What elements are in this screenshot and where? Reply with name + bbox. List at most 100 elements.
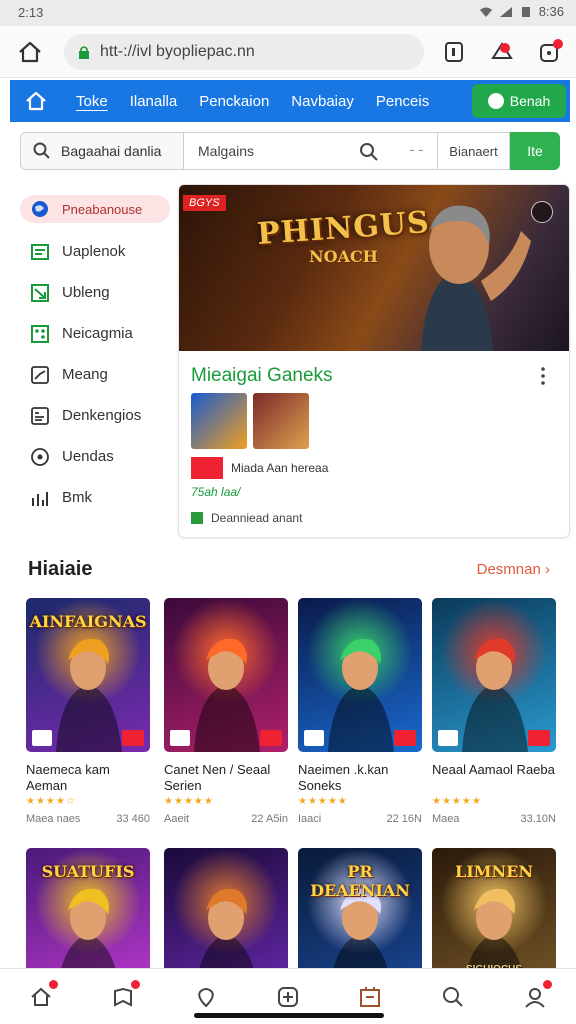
game-card[interactable]: Neaal Aamaol Raeba ★★★★★ Maea 33.10N — [432, 598, 556, 825]
featured-banner[interactable]: BGYS PHINGUS NOACH — [179, 185, 569, 351]
search-icon[interactable] — [359, 142, 379, 162]
notification-icon[interactable] — [488, 38, 516, 66]
battery-icon — [521, 6, 530, 17]
globe-icon — [32, 201, 48, 217]
compass-icon — [31, 447, 49, 466]
home-indicator — [194, 1013, 384, 1018]
bottom-nav-search[interactable] — [438, 982, 468, 1012]
game-art-title: SUATUFIS — [41, 862, 135, 881]
address-bar[interactable]: htt-://ivl byopliepac.nn — [64, 34, 424, 70]
game-meta: Maea naes 33 460 — [26, 813, 150, 825]
game-art[interactable] — [164, 598, 288, 752]
sidebar-item-3[interactable]: Ubleng — [20, 272, 170, 313]
game-art[interactable]: AINFAIGNAS — [26, 598, 150, 752]
game-meta-left: Iaaci — [298, 813, 322, 825]
game-meta-right: 33 460 — [116, 813, 150, 825]
sidebar-item-5[interactable]: Meang — [20, 354, 170, 395]
sidebar-item-4[interactable]: Neicagmia — [20, 313, 170, 354]
nav-item-2[interactable]: Ilanalla — [130, 93, 178, 110]
platform-badge-icon — [170, 730, 190, 746]
bottom-nav-add[interactable] — [273, 982, 303, 1012]
menu-badge-icon[interactable] — [536, 38, 564, 66]
search-placeholder: Malgains — [198, 143, 255, 159]
nav-item-4[interactable]: Navbaiay — [291, 93, 354, 110]
see-more-link[interactable]: Desmnan › — [477, 561, 550, 578]
game-art[interactable] — [432, 598, 556, 752]
sidebar-item-8[interactable]: Bmk — [20, 477, 170, 518]
grid-icon — [31, 324, 49, 343]
rating-stars: ★★★★★ — [432, 796, 482, 807]
download-icon — [191, 512, 203, 524]
doc-icon — [31, 406, 49, 425]
sidebar-item-label: Pneabanouse — [62, 201, 143, 217]
download-label: Deanniead anant — [211, 511, 303, 525]
game-art-title: AINFAIGNAS — [29, 612, 147, 631]
filter-select[interactable]: Bianaert — [438, 132, 510, 170]
sidebar-item-label: Uendas — [62, 448, 114, 465]
bottom-nav-bookmarks[interactable] — [108, 979, 141, 1012]
store-icon — [360, 986, 381, 1007]
sidebar-item-1[interactable]: Pneabanouse — [20, 195, 170, 223]
sidebar-item-7[interactable]: Uendas — [20, 436, 170, 477]
pin-icon — [197, 987, 214, 1007]
status-clock-right: 8:36 — [538, 4, 564, 19]
featured-price: 75ah laa/ — [191, 485, 241, 499]
bottom-nav-profile[interactable] — [520, 979, 552, 1012]
nav-action-label: Benah — [509, 93, 551, 109]
game-card[interactable]: Naeimen .k.kan Soneks ★★★★★ Iaaci 22 16N — [298, 598, 422, 825]
search-row: Bagaahai danlia Malgains - - Bianaert It… — [20, 132, 560, 170]
search-go-label: Ite — [527, 143, 543, 159]
url-text: htt-://ivl byopliepac.nn — [100, 43, 255, 60]
search-input[interactable]: Malgains - - — [184, 132, 438, 170]
game-name[interactable]: Neaal Aamaol Raeba — [432, 762, 556, 794]
bottom-nav-store[interactable] — [355, 982, 385, 1012]
sidebar-item-2[interactable]: Uaplenok — [20, 231, 170, 272]
signal-icon — [499, 6, 512, 17]
sidebar-item-6[interactable]: Denkengios — [20, 395, 170, 436]
status-icons: 8:36 — [479, 4, 564, 19]
game-name[interactable]: Canet Nen / Seaal Serien — [164, 762, 288, 794]
lock-icon — [79, 46, 89, 59]
platform-badge-icon — [438, 730, 458, 746]
nav-item-3[interactable]: Penckaion — [199, 93, 269, 110]
bottom-nav-home[interactable] — [26, 979, 59, 1012]
search-icon — [33, 142, 50, 159]
game-meta: Aaeit 22 A5in — [164, 813, 288, 825]
thumbnail-2[interactable] — [253, 393, 309, 449]
profile-icon — [525, 987, 545, 1008]
character-illustration — [462, 638, 528, 752]
thumbnail-1[interactable] — [191, 393, 247, 449]
sidebar-item-label: Uaplenok — [62, 243, 126, 260]
game-meta: Maea 33.10N — [432, 813, 556, 825]
game-art-title: LIMNEN — [455, 862, 533, 881]
search-go-button[interactable]: Ite — [510, 132, 560, 170]
download-link[interactable]: Deanniead anant — [191, 511, 302, 525]
bottom-nav-alerts[interactable] — [191, 982, 221, 1012]
game-card[interactable]: Canet Nen / Seaal Serien ★★★★★ Aaeit 22 A5i… — [164, 598, 288, 825]
category-search-text: Bagaahai danlia — [61, 143, 162, 159]
sidebar: Pneabanouse Uaplenok Ubleng Neicagmia Me… — [20, 190, 170, 518]
nav-home[interactable] — [18, 80, 54, 122]
chart-icon — [31, 283, 49, 302]
info-icon[interactable] — [531, 201, 553, 223]
platform-badge-icon — [304, 730, 324, 746]
featured-card[interactable]: BGYS PHINGUS NOACH Mieaigai Ganeks Miada… — [178, 184, 570, 538]
filter-label: Bianaert — [449, 143, 498, 159]
game-meta-right: 22 16N — [386, 813, 422, 825]
browser-toolbar: htt-://ivl byopliepac.nn — [0, 26, 576, 78]
nav-item-5[interactable]: Penceis — [376, 93, 429, 110]
featured-thumbnails — [191, 393, 309, 449]
game-name[interactable]: Naeimen .k.kan Soneks — [298, 762, 422, 794]
home-icon[interactable] — [16, 38, 44, 66]
category-search[interactable]: Bagaahai danlia — [20, 132, 184, 170]
featured-title[interactable]: Mieaigai Ganeks — [191, 365, 333, 387]
game-art[interactable] — [298, 598, 422, 752]
platform-badge-icon — [32, 730, 52, 746]
game-name[interactable]: Naemeca kam Aeman — [26, 762, 150, 794]
tabs-icon[interactable] — [440, 38, 468, 66]
more-options-icon[interactable] — [541, 367, 545, 385]
nav-action-button[interactable]: Benah — [472, 84, 566, 118]
game-card[interactable]: AINFAIGNAS Naemeca kam Aeman ★★★★☆ Maea nae… — [26, 598, 150, 825]
sidebar-item-label: Denkengios — [62, 407, 142, 424]
nav-item-1[interactable]: Toke — [76, 93, 108, 110]
